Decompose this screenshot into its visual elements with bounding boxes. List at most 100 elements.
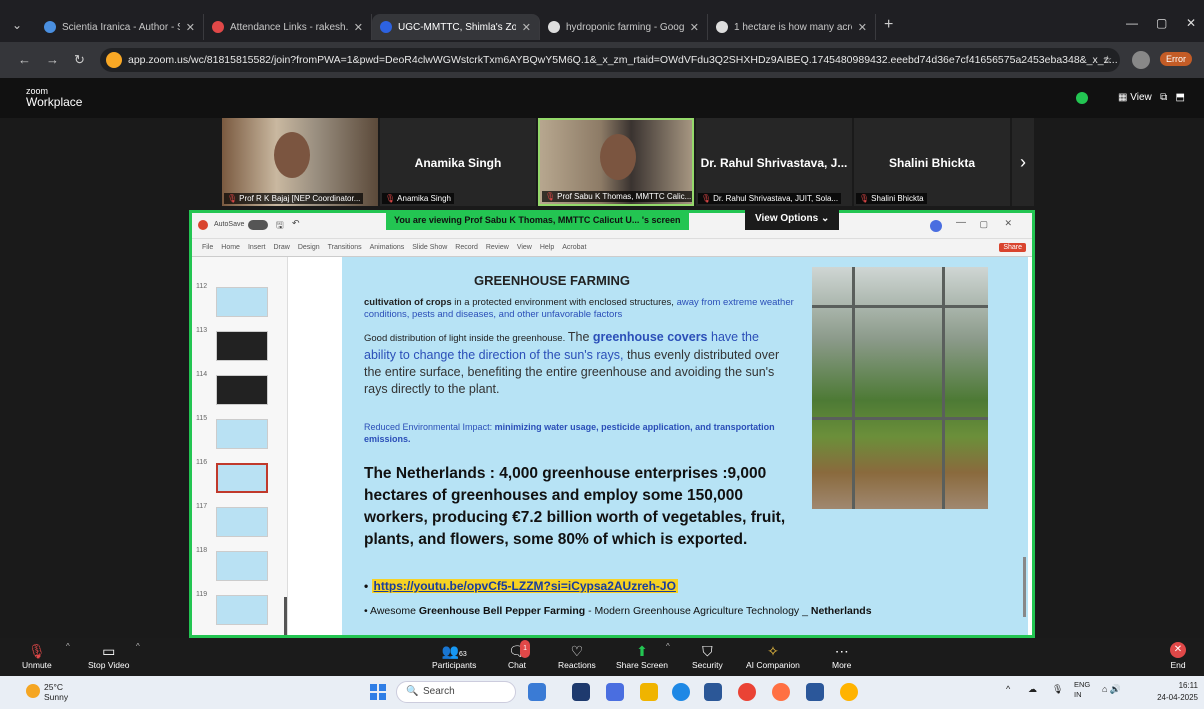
- share-options-chevron-icon[interactable]: ^: [666, 642, 670, 651]
- view-options-button[interactable]: View Options ⌄: [745, 210, 840, 230]
- tab-close-icon[interactable]: ✕: [186, 21, 195, 34]
- zoom-toolbar: 🎙 Unmute ^ ▭ Stop Video ^ 👥63 Participants …: [0, 638, 1204, 676]
- tab-search-chevron-icon[interactable]: ⌄: [12, 18, 30, 36]
- ppt-minimize-icon[interactable]: —: [956, 217, 966, 228]
- youtube-link[interactable]: https://youtu.be/opvCf5-LZZM?si=iCypsa2A…: [371, 579, 678, 593]
- ribbon-tab[interactable]: Help: [540, 244, 554, 251]
- tab-close-icon[interactable]: ✕: [690, 21, 699, 34]
- end-button[interactable]: ✕ End: [1170, 642, 1186, 670]
- slide-thumbnail[interactable]: [216, 419, 268, 449]
- browser-tab[interactable]: 1 hectare is how many acres - (✕: [708, 14, 876, 40]
- ai-companion-button[interactable]: ✧ AI Companion: [746, 642, 800, 670]
- tab-close-icon[interactable]: ✕: [522, 21, 531, 34]
- ribbon-tab[interactable]: Home: [221, 244, 240, 251]
- ribbon-tab[interactable]: View: [517, 244, 532, 251]
- ribbon-tab[interactable]: Insert: [248, 244, 266, 251]
- error-button[interactable]: Error: [1160, 52, 1192, 66]
- thumbnail-scrollbar[interactable]: [284, 597, 287, 635]
- slide-number: 113: [196, 327, 208, 334]
- participant-tile[interactable]: 🎙 Prof Sabu K Thomas, MMTTC Calic...: [538, 118, 694, 206]
- stop-video-button[interactable]: ▭ Stop Video: [88, 642, 129, 670]
- microphone-tray-icon[interactable]: 🎙: [1052, 684, 1063, 695]
- participant-tile[interactable]: 🎙 Prof R K Bajaj [NEP Coordinator...: [222, 118, 378, 206]
- ribbon-tab[interactable]: Transitions: [328, 244, 362, 251]
- profile-avatar[interactable]: [1132, 51, 1150, 69]
- forward-icon[interactable]: →: [46, 52, 59, 67]
- video-options-chevron-icon[interactable]: ^: [136, 642, 140, 651]
- security-button[interactable]: ⛉ Security: [692, 642, 723, 670]
- close-window-icon[interactable]: ✕: [1186, 16, 1196, 30]
- edge-browser-icon[interactable]: [672, 683, 690, 701]
- taskbar-clock[interactable]: 16:11 24-04-2025: [1152, 680, 1198, 704]
- next-page-arrow-icon[interactable]: ›: [1012, 118, 1034, 206]
- participant-tile[interactable]: Dr. Rahul Shrivastava, J... 🎙 Dr. Rahul Sh…: [696, 118, 852, 206]
- ribbon-tab[interactable]: Animations: [370, 244, 405, 251]
- taskbar-app-icon[interactable]: [606, 683, 624, 701]
- slide-thumbnail[interactable]: [216, 595, 268, 625]
- tray-app-icon[interactable]: ☁: [1028, 684, 1037, 695]
- unmute-button[interactable]: 🎙 Unmute: [22, 642, 52, 670]
- slide-thumbnail[interactable]: [216, 375, 268, 405]
- slide-paragraph-1: cultivation of crops in a protected envi…: [364, 297, 794, 320]
- file-explorer-icon[interactable]: [640, 683, 658, 701]
- participant-display-name: Shalini Bhickta: [888, 156, 976, 170]
- ppt-close-icon[interactable]: ✕: [1004, 218, 1012, 229]
- site-info-icon[interactable]: [106, 52, 122, 68]
- tab-close-icon[interactable]: ✕: [858, 21, 867, 34]
- slide-thumbnail[interactable]: [216, 507, 268, 537]
- back-icon[interactable]: ←: [18, 52, 31, 67]
- ribbon-tab[interactable]: Review: [486, 244, 509, 251]
- participant-tile[interactable]: Anamika Singh 🎙 Anamika Singh: [380, 118, 536, 206]
- browser-tab[interactable]: UGC-MMTTC, Shimla's Zoo ✕: [372, 14, 540, 40]
- windows-start-icon[interactable]: [370, 684, 386, 700]
- reactions-button[interactable]: ♡ Reactions: [558, 642, 596, 670]
- view-button[interactable]: ▦ View ⧉ ⬒: [1118, 92, 1185, 103]
- ppt-share-button[interactable]: Share: [999, 243, 1026, 252]
- slide-scrollbar[interactable]: [1023, 557, 1026, 617]
- chat-button[interactable]: 🗨 1 Chat: [508, 640, 530, 670]
- ribbon-tab[interactable]: Slide Show: [412, 244, 447, 251]
- ribbon-tab[interactable]: Draw: [273, 244, 289, 251]
- share-screen-button[interactable]: ⬆ Share Screen: [616, 642, 668, 670]
- encryption-shield-icon[interactable]: [1076, 92, 1088, 104]
- slide-thumbnail[interactable]: [216, 331, 268, 361]
- bookmark-star-icon[interactable]: ☆: [1103, 48, 1112, 72]
- url-field[interactable]: app.zoom.us/wc/81815815582/join?fromPWA=…: [100, 48, 1120, 72]
- store-icon[interactable]: [704, 683, 722, 701]
- autosave-toggle[interactable]: [248, 220, 268, 230]
- participant-tile[interactable]: Shalini Bhickta 🎙 Shalini Bhickta: [854, 118, 1010, 206]
- browser-tab[interactable]: Scientia Iranica - Author - Subr ✕: [36, 14, 204, 40]
- ribbon-tab[interactable]: Design: [298, 244, 320, 251]
- participants-button[interactable]: 👥63 Participants: [432, 642, 476, 670]
- chrome-profile-icon[interactable]: [840, 683, 858, 701]
- ribbon-tab[interactable]: File: [202, 244, 213, 251]
- taskbar-search[interactable]: 🔍 Search: [396, 681, 516, 703]
- browser-tab[interactable]: Attendance Links - rakesh.baja ✕: [204, 14, 372, 40]
- ribbon-tab[interactable]: Record: [455, 244, 478, 251]
- more-button[interactable]: ⋯ More: [832, 642, 851, 670]
- ppt-restore-icon[interactable]: ▢: [979, 219, 988, 230]
- ribbon-tab[interactable]: Acrobat: [562, 244, 586, 251]
- taskbar-app-icon[interactable]: [528, 683, 546, 701]
- save-icon[interactable]: 🖫: [276, 218, 284, 234]
- new-tab-button[interactable]: +: [876, 14, 901, 42]
- reload-icon[interactable]: ↻: [74, 52, 85, 68]
- language-indicator[interactable]: ENG IN: [1074, 680, 1090, 700]
- wifi-sound-icon[interactable]: ⌂ 🔊: [1102, 684, 1121, 695]
- slide-thumbnail[interactable]: [216, 287, 268, 317]
- copilot-icon[interactable]: [930, 220, 942, 232]
- tab-close-icon[interactable]: ✕: [354, 21, 363, 34]
- maximize-window-icon[interactable]: ▢: [1156, 16, 1167, 30]
- minimize-window-icon[interactable]: —: [1126, 16, 1138, 30]
- browser-tab[interactable]: hydroponic farming - Google S ✕: [540, 14, 708, 40]
- weather-widget[interactable]: 25°C Sunny: [26, 682, 68, 702]
- firefox-icon[interactable]: [772, 683, 790, 701]
- undo-icon[interactable]: ↶: [292, 218, 300, 229]
- audio-options-chevron-icon[interactable]: ^: [66, 642, 70, 651]
- taskbar-app-icon[interactable]: [572, 683, 590, 701]
- slide-thumbnail[interactable]: [216, 463, 268, 493]
- tray-chevron-icon[interactable]: ^: [1006, 684, 1010, 694]
- word-icon[interactable]: [806, 683, 824, 701]
- slide-thumbnail[interactable]: [216, 551, 268, 581]
- chrome-icon[interactable]: [738, 683, 756, 701]
